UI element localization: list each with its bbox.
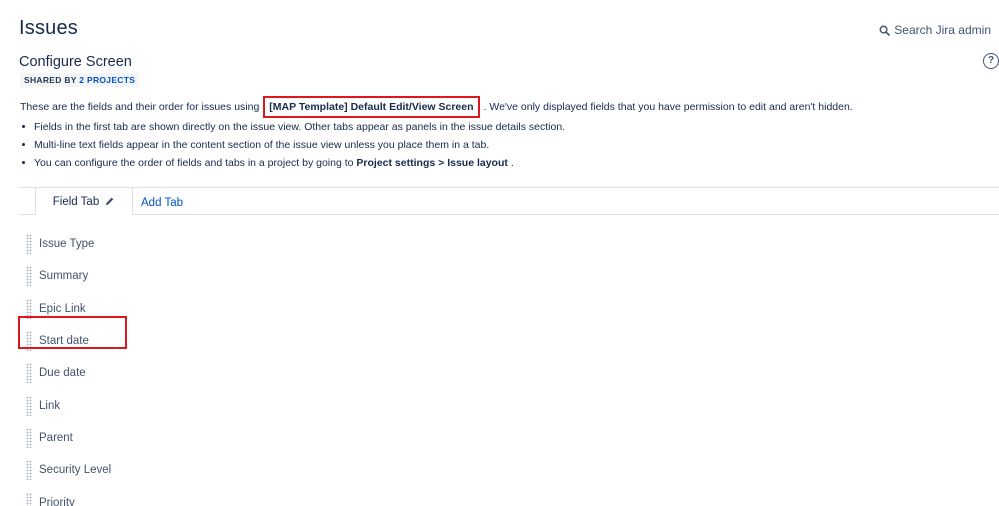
screen-name: [MAP Template] Default Edit/View Screen	[263, 96, 480, 118]
drag-handle-icon[interactable]	[26, 460, 32, 481]
drag-handle-icon[interactable]	[26, 427, 32, 448]
page: Issues Search Jira admin Configure Scree…	[0, 0, 999, 506]
field-label: Start date	[39, 335, 89, 348]
field-label: Summary	[39, 270, 89, 283]
project-settings-text: Project settings	[356, 157, 436, 169]
search-jira-admin[interactable]: Search Jira admin	[879, 23, 991, 37]
list-item[interactable]: Summary	[26, 260, 111, 292]
tabs-bottom-divider	[19, 214, 999, 215]
list-item: You can configure the order of fields an…	[20, 157, 565, 175]
drag-handle-icon[interactable]	[26, 395, 32, 416]
screen-description: These are the fields and their order for…	[20, 96, 853, 118]
bullet-dot	[22, 161, 25, 164]
list-item: Fields in the first tab are shown direct…	[20, 121, 565, 139]
list-item[interactable]: Epic Link	[26, 293, 111, 325]
drag-handle-icon[interactable]	[26, 234, 32, 255]
list-item[interactable]: Parent	[26, 422, 111, 454]
bullet-text: You can configure the order of fields an…	[34, 157, 514, 169]
list-item[interactable]: Due date	[26, 357, 111, 389]
bullet-text-before: You can configure the order of fields an…	[34, 157, 354, 169]
info-bullets: Fields in the first tab are shown direct…	[20, 121, 565, 175]
shared-badge: SHARED BY 2 PROJECTS	[20, 73, 140, 87]
description-after: . We've only displayed fields that you h…	[483, 101, 853, 113]
drag-handle-icon[interactable]	[26, 266, 32, 287]
bullet-text: Fields in the first tab are shown direct…	[34, 121, 566, 133]
list-item[interactable]: Security Level	[26, 454, 111, 486]
drag-handle-icon[interactable]	[26, 363, 32, 384]
field-label: Due date	[39, 367, 86, 380]
drag-handle-icon[interactable]	[26, 331, 32, 352]
field-label: Link	[39, 399, 61, 412]
field-label: Issue Type	[39, 238, 95, 251]
list-item[interactable]: Issue Type	[26, 228, 111, 260]
separator: >	[438, 157, 445, 169]
help-icon[interactable]: ?	[983, 53, 999, 69]
pencil-icon[interactable]	[104, 196, 115, 207]
section-title: Configure Screen	[19, 54, 132, 70]
shared-projects-link[interactable]: 2 PROJECTS	[79, 75, 135, 85]
bullet-dot	[22, 125, 25, 128]
field-label: Security Level	[39, 464, 112, 477]
list-item: Multi-line text fields appear in the con…	[20, 139, 565, 157]
list-item[interactable]: Link	[26, 389, 111, 421]
tab-field-tab-label: Field Tab	[52, 195, 100, 208]
issue-layout-text: Issue layout	[447, 157, 508, 169]
field-list: Issue Type Summary Epic Link Start date …	[26, 228, 111, 506]
shared-prefix: SHARED BY	[24, 75, 77, 85]
bullet-dot	[22, 143, 25, 146]
add-tab-button[interactable]: Add Tab	[141, 197, 183, 209]
drag-handle-icon[interactable]	[26, 492, 32, 506]
tabs-top-divider	[19, 187, 999, 188]
list-item[interactable]: Priority	[26, 486, 111, 506]
field-label: Priority	[39, 496, 75, 506]
field-label: Parent	[39, 431, 73, 444]
list-item[interactable]: Start date	[26, 325, 111, 357]
bullet-text: Multi-line text fields appear in the con…	[34, 139, 490, 151]
search-jira-admin-label: Search Jira admin	[894, 23, 991, 37]
description-before: These are the fields and their order for…	[20, 101, 260, 113]
page-title: Issues	[19, 17, 79, 39]
search-icon	[879, 25, 891, 36]
bullet-text-after: .	[510, 157, 514, 169]
drag-handle-icon[interactable]	[26, 298, 32, 319]
tab-field-tab[interactable]: Field Tab	[35, 188, 133, 215]
field-label: Epic Link	[39, 302, 86, 315]
